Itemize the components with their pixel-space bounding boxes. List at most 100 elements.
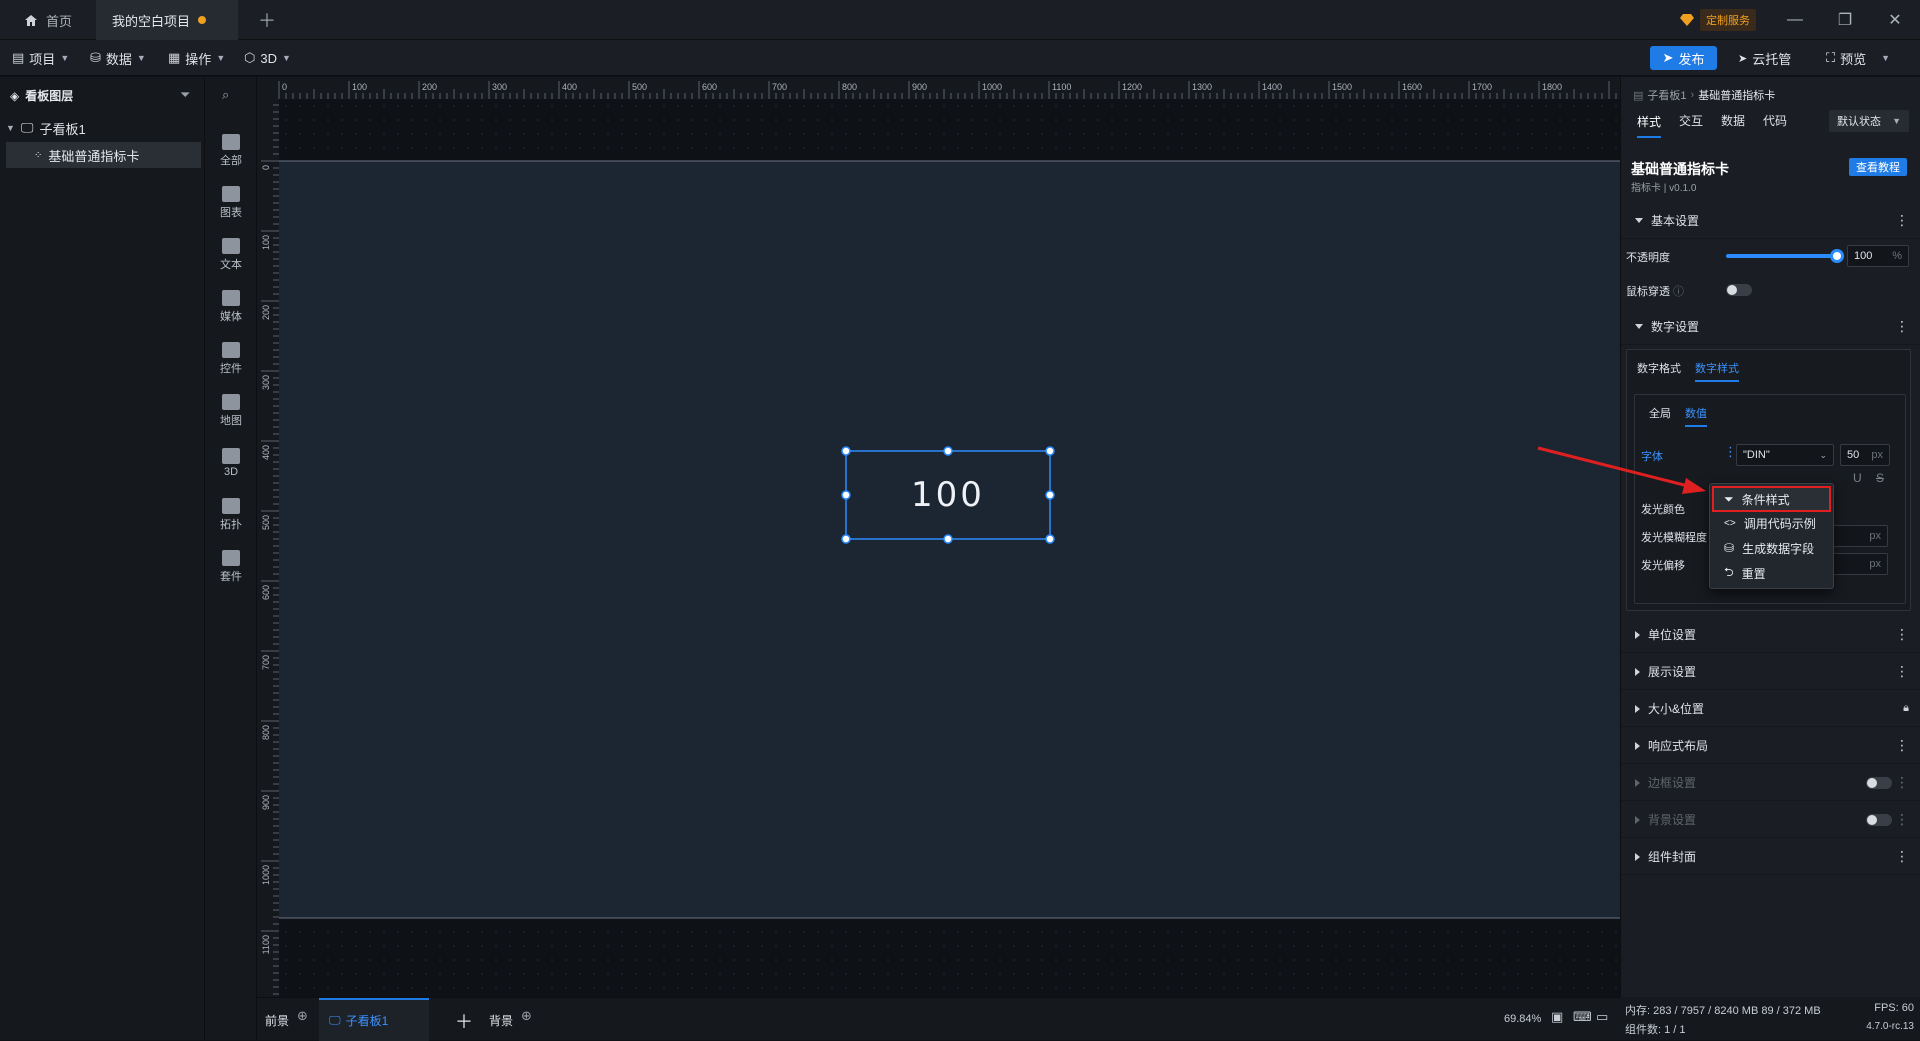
more-icon[interactable]: ⋮	[1895, 318, 1909, 335]
ruler-label: 600	[261, 585, 271, 600]
glow-offset-label: 发光偏移	[1641, 560, 1685, 572]
tutorial-button[interactable]: 查看教程	[1849, 158, 1907, 176]
cloud-host-button[interactable]: ➤ 云托管	[1738, 40, 1791, 76]
more-icon[interactable]: ⋮	[1895, 811, 1909, 828]
layer-item-board[interactable]: ▼ 🖵 子看板1	[6, 116, 201, 140]
tab-data[interactable]: 数据	[1721, 112, 1745, 129]
more-icon[interactable]: ⋮	[1895, 737, 1909, 754]
menu-item-generate-field[interactable]: ⛁ 生成数据字段	[1714, 537, 1829, 559]
more-icon[interactable]: ⋮	[1895, 848, 1909, 865]
lock-icon[interactable]: 🔒︎	[1903, 702, 1909, 715]
more-icon[interactable]: ⋮	[1895, 212, 1909, 229]
add-background-icon[interactable]: ⊕	[521, 1008, 532, 1024]
custom-service-button[interactable]: 定制服务	[1680, 9, 1756, 31]
section-number[interactable]: 数字设置 ⋮	[1621, 309, 1920, 345]
preview-button[interactable]: ⛶ 预览 ▼	[1826, 40, 1890, 76]
ruler-label: 900	[912, 82, 927, 92]
font-select[interactable]: "DIN" ⌄	[1736, 444, 1834, 466]
add-board-button[interactable]: ＋	[455, 1008, 473, 1034]
search-icon[interactable]: ⌕	[222, 87, 229, 103]
restore-icon[interactable]: ❐	[1822, 0, 1868, 40]
close-icon[interactable]: ✕	[1872, 0, 1918, 40]
section-basic[interactable]: 基本设置 ⋮	[1621, 203, 1920, 239]
glow-blur-label: 发光模糊程度	[1641, 532, 1707, 544]
tab-value[interactable]: 数值	[1685, 399, 1707, 427]
tab-global[interactable]: 全局	[1649, 399, 1671, 427]
category-map[interactable]: 地图	[205, 389, 257, 433]
category-text-label: 文本	[220, 259, 242, 271]
filter-icon[interactable]: ⏷	[180, 87, 190, 103]
section-background[interactable]: 背景设置 ⋮	[1621, 802, 1920, 838]
canvas-area[interactable]: 0 100 200 300 400 500 600 700 800 900 1000 1100 1200…	[257, 77, 1620, 997]
menu-item-conditional-style[interactable]: ⏷ 条件样式	[1712, 486, 1831, 512]
category-3d[interactable]: 3D	[205, 441, 257, 485]
control-icon	[222, 342, 240, 358]
menu-project[interactable]: ▤ 项目 ▼	[12, 40, 69, 76]
category-all[interactable]: 全部	[205, 129, 257, 173]
breadcrumb-parent[interactable]: 子看板1	[1647, 87, 1686, 103]
section-unit[interactable]: 单位设置 ⋮	[1621, 617, 1920, 653]
more-icon[interactable]: ⋮	[1895, 663, 1909, 680]
layer-item-component[interactable]: ⁘ 基础普通指标卡	[6, 142, 201, 168]
monitor-icon: 🖵	[329, 1013, 341, 1027]
grid-icon	[222, 134, 240, 150]
section-responsive[interactable]: 响应式布局 ⋮	[1621, 728, 1920, 764]
mouse-through-toggle[interactable]	[1726, 284, 1752, 296]
category-topology[interactable]: 拓扑	[205, 493, 257, 537]
font-size-input[interactable]: 50 px	[1840, 444, 1890, 466]
more-vertical-icon[interactable]: ⋮	[1724, 444, 1737, 466]
underline-icon[interactable]: U	[1853, 471, 1862, 485]
category-kit[interactable]: 套件	[205, 545, 257, 589]
component-category-bar: ⌕ 全部 图表 文本 媒体 控件 地图 3D 拓扑 套件	[205, 77, 257, 1040]
menu-item-code-example[interactable]: <> 调用代码示例	[1714, 512, 1829, 534]
tab-number-format[interactable]: 数字格式	[1637, 354, 1681, 382]
tab-number-style[interactable]: 数字样式	[1695, 354, 1739, 382]
opacity-slider-thumb[interactable]	[1830, 249, 1844, 263]
menu-data[interactable]: ⛁ 数据 ▼	[90, 40, 146, 76]
foreground-tab[interactable]: 前景	[265, 1012, 289, 1029]
border-toggle[interactable]	[1866, 777, 1892, 789]
background-tab[interactable]: 背景	[489, 1012, 513, 1029]
more-icon[interactable]: ⋮	[1895, 774, 1909, 791]
menu-3d[interactable]: ⬡ 3D ▼	[244, 40, 291, 76]
strikethrough-icon[interactable]: S	[1876, 471, 1884, 485]
tab-code[interactable]: 代码	[1763, 112, 1787, 129]
ruler-label: 100	[352, 82, 367, 92]
opacity-value: 100	[1854, 250, 1873, 262]
section-size-position[interactable]: 大小&位置 🔒︎	[1621, 691, 1920, 727]
tab-interaction[interactable]: 交互	[1679, 112, 1703, 129]
section-display[interactable]: 展示设置 ⋮	[1621, 654, 1920, 690]
category-media[interactable]: 媒体	[205, 285, 257, 329]
keyboard-icon[interactable]: ⌨	[1573, 1009, 1592, 1025]
menu-item-reset[interactable]: ⮌ 重置	[1714, 562, 1829, 584]
board-tab-active[interactable]: 🖵 子看板1	[319, 998, 429, 1041]
publish-button[interactable]: ➤ 发布	[1650, 46, 1717, 70]
ruler-label: 300	[492, 82, 507, 92]
zoom-level[interactable]: 69.84%	[1504, 1013, 1541, 1025]
minimize-icon[interactable]: —	[1772, 0, 1818, 40]
font-size-unit: px	[1871, 449, 1883, 461]
glow-blur-unit: px	[1869, 530, 1881, 542]
background-toggle[interactable]	[1866, 814, 1892, 826]
menu-operate[interactable]: ▦ 操作 ▼	[168, 40, 225, 76]
tab-style[interactable]: 样式	[1637, 103, 1662, 138]
ruler-label: 700	[772, 82, 787, 92]
menu-project-label: 项目	[29, 51, 56, 67]
monitor-icon: 🖵	[20, 120, 34, 135]
opacity-input[interactable]: 100 %	[1847, 245, 1909, 267]
add-foreground-icon[interactable]: ⊕	[297, 1008, 308, 1024]
category-chart[interactable]: 图表	[205, 181, 257, 225]
terminal-icon[interactable]: ▭	[1596, 1009, 1608, 1025]
fit-screen-icon[interactable]: ▣	[1551, 1009, 1563, 1025]
project-tab[interactable]: 我的空白项目	[96, 0, 238, 40]
database-icon: ⛁	[1724, 541, 1735, 555]
section-border[interactable]: 边框设置 ⋮	[1621, 765, 1920, 801]
opacity-slider[interactable]	[1726, 249, 1844, 263]
section-cover[interactable]: 组件封面 ⋮	[1621, 839, 1920, 875]
category-text[interactable]: 文本	[205, 233, 257, 277]
more-icon[interactable]: ⋮	[1895, 626, 1909, 643]
home-tab[interactable]: 首页	[8, 0, 88, 40]
new-tab-button[interactable]: ＋	[242, 0, 292, 40]
state-select[interactable]: 默认状态 ▼	[1829, 110, 1909, 132]
category-control[interactable]: 控件	[205, 337, 257, 381]
